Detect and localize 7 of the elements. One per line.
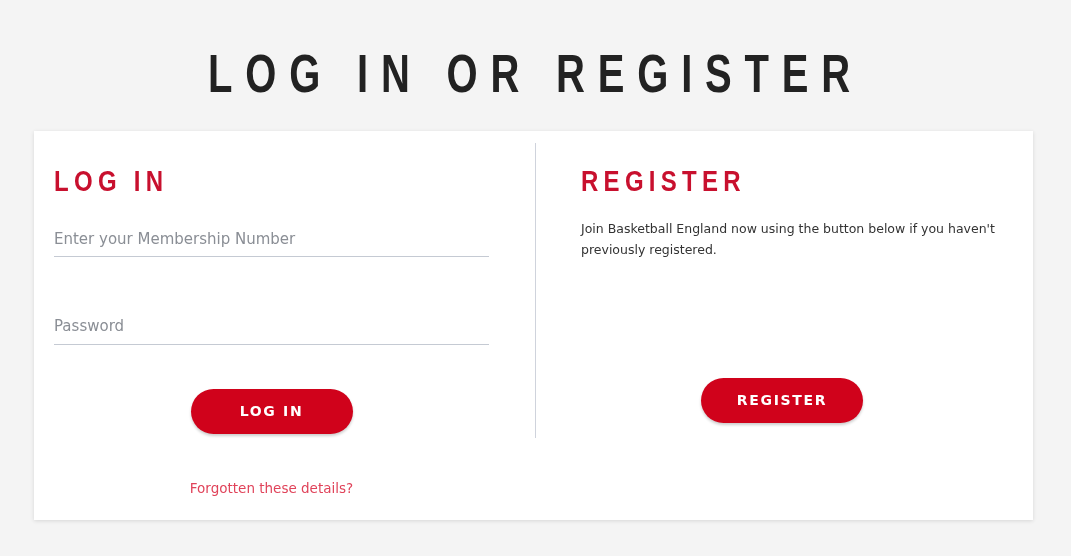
login-heading: LOG IN [54,165,170,200]
login-button[interactable]: LOG IN [190,388,353,434]
register-heading: REGISTER [581,165,747,200]
register-button[interactable]: REGISTER [701,377,863,423]
forgot-details-link[interactable]: Forgotten these details? [189,479,354,496]
register-description: Join Basketball England now using the button below if you haven't previously registered. [581,219,996,259]
page-title: LOG IN OR REGISTER [207,42,864,105]
